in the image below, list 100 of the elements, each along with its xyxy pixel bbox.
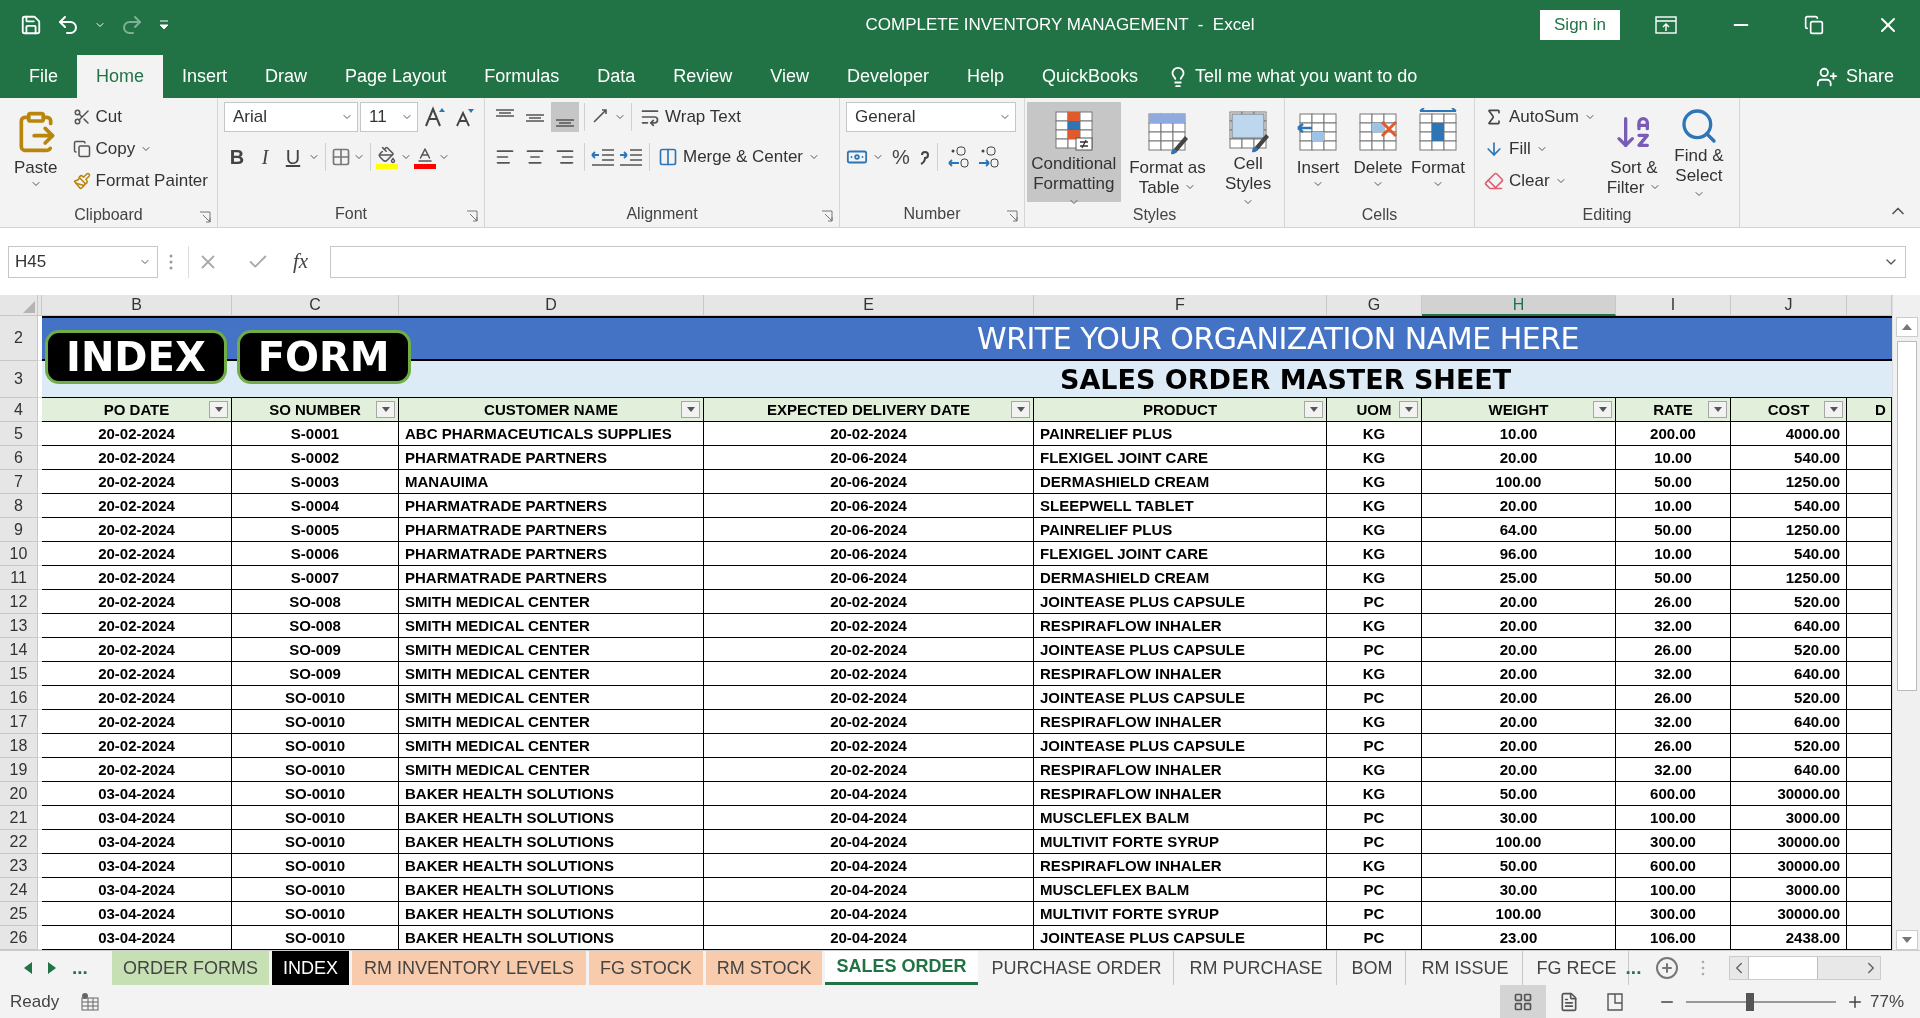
nav-button[interactable]: INDEX <box>45 330 227 384</box>
zoom-level: 77% <box>1869 991 1904 1012</box>
cells-button[interactable]: Delete <box>1349 102 1407 202</box>
table-cell: 20-04-2024 <box>704 782 1034 806</box>
group-label: Font <box>335 205 367 223</box>
table-cell: 25.00 <box>1422 566 1616 590</box>
sign-in-button[interactable]: Sign in <box>1540 9 1620 40</box>
table-cell: BAKER HEALTH SOLUTIONS <box>399 782 704 806</box>
table-cell: 26.00 <box>1616 686 1731 710</box>
table-cell: 20-02-2024 <box>42 758 232 782</box>
table-cell: 640.00 <box>1731 758 1847 782</box>
table-cell: KG <box>1327 518 1422 542</box>
table-cell: 96.00 <box>1422 542 1616 566</box>
table-cell: 20.00 <box>1422 686 1616 710</box>
column-header[interactable]: I <box>1616 295 1731 316</box>
table-cell: 20-06-2024 <box>704 446 1034 470</box>
table-cell: KG <box>1327 422 1422 446</box>
menu-tab[interactable]: Home <box>77 55 164 98</box>
merge-center-button[interactable]: Merge & Center <box>655 142 823 172</box>
format-painter-button[interactable]: Format Painter <box>69 166 211 196</box>
table-cell: 640.00 <box>1731 662 1847 686</box>
find-select-button[interactable]: Find & Select <box>1668 102 1729 202</box>
menu-tab[interactable]: File <box>10 55 77 98</box>
font-size-field[interactable]: 11 <box>360 102 418 132</box>
column-header[interactable]: D <box>399 295 704 316</box>
bold-button[interactable]: B <box>224 142 250 172</box>
style-button[interactable]: Cell Styles <box>1214 102 1282 202</box>
menu-tab[interactable]: Help <box>948 55 1024 98</box>
menu-tab[interactable]: Draw <box>246 55 327 98</box>
paste-button[interactable]: Paste <box>6 102 66 202</box>
column-header[interactable]: G <box>1327 295 1422 316</box>
column-header[interactable]: C <box>232 295 399 316</box>
font-name-field[interactable]: Arial <box>224 102 358 132</box>
sheet-tab[interactable]: SALES ORDER <box>825 951 978 985</box>
fill-button[interactable]: Fill <box>1481 134 1599 164</box>
cut-button[interactable]: Cut <box>69 102 211 132</box>
table-cell: 20.00 <box>1422 590 1616 614</box>
table-cell: 20-02-2024 <box>704 758 1034 782</box>
table-cell: 20-02-2024 <box>42 638 232 662</box>
table-cell: KG <box>1327 782 1422 806</box>
sheet-tab[interactable]: INDEX <box>272 951 349 985</box>
percent-button[interactable]: % <box>888 142 914 172</box>
table-cell: 03-04-2024 <box>42 782 232 806</box>
underline-button[interactable]: U <box>280 142 306 172</box>
table-cell: KG <box>1327 470 1422 494</box>
nav-button[interactable]: FORM <box>236 330 411 384</box>
column-header[interactable]: F <box>1034 295 1327 316</box>
menu-tab[interactable]: Data <box>578 55 655 98</box>
menu-tab[interactable]: QuickBooks <box>1023 55 1158 98</box>
sheet-tab[interactable]: ORDER FORMS <box>112 951 269 985</box>
table-cell: 20-06-2024 <box>704 518 1034 542</box>
menu-tab[interactable]: Insert <box>163 55 247 98</box>
table-cell: 03-04-2024 <box>42 902 232 926</box>
italic-button[interactable]: I <box>252 142 278 172</box>
table-cell: KG <box>1327 542 1422 566</box>
sheet-tab[interactable]: RM STOCK <box>705 951 823 985</box>
column-heading: COST <box>1731 398 1847 422</box>
insert-function-button[interactable]: fx <box>293 249 309 274</box>
menu-tab[interactable]: Review <box>654 55 752 98</box>
menu-tab[interactable]: Formulas <box>465 55 579 98</box>
column-header[interactable]: H <box>1422 295 1616 316</box>
menu-tab[interactable]: Developer <box>827 55 948 98</box>
table-cell: SO-0010 <box>232 878 399 902</box>
sort-filter-button[interactable]: Sort & Filter <box>1602 102 1665 202</box>
table-cell: 300.00 <box>1616 902 1731 926</box>
cells-button[interactable]: Insert <box>1289 102 1347 202</box>
table-cell: PAINRELIEF PLUS <box>1034 518 1327 542</box>
table-cell: 600.00 <box>1616 782 1731 806</box>
table-cell: 20-06-2024 <box>704 470 1034 494</box>
table-cell: 26.00 <box>1616 734 1731 758</box>
autosum-button[interactable]: AutoSum <box>1481 102 1599 132</box>
row-header: 7 <box>0 470 38 494</box>
copy-button[interactable]: Copy <box>69 134 211 164</box>
wrap-text-button[interactable]: Wrap Text <box>637 102 744 132</box>
cells-button[interactable]: Format <box>1409 102 1467 202</box>
table-cell: 20-06-2024 <box>704 566 1034 590</box>
table-cell: 100.00 <box>1422 902 1616 926</box>
table-cell: PC <box>1327 830 1422 854</box>
column-header[interactable]: B <box>42 295 232 316</box>
clear-button[interactable]: Clear <box>1481 166 1599 196</box>
group-label: Number <box>903 205 961 223</box>
style-button[interactable]: Conditional Formatting <box>1027 102 1121 202</box>
column-header[interactable]: J <box>1731 295 1847 316</box>
menu-tab[interactable]: View <box>751 55 828 98</box>
style-button[interactable]: Format as Table <box>1122 102 1213 202</box>
column-header[interactable]: E <box>704 295 1034 316</box>
column-heading: SO NUMBER <box>232 398 399 422</box>
table-cell: JOINTEASE PLUS CAPSULE <box>1034 734 1327 758</box>
share-button[interactable]: Share <box>1815 55 1894 98</box>
table-cell: SO-0010 <box>232 854 399 878</box>
sheet-tab[interactable]: FG STOCK <box>589 951 703 985</box>
table-cell: 100.00 <box>1422 830 1616 854</box>
number-format-field[interactable]: General <box>846 102 1016 132</box>
menu-tab[interactable]: Page Layout <box>326 55 466 98</box>
sheet-tab[interactable]: RM INVENTORY LEVELS <box>352 951 587 985</box>
column-heading: PO DATE <box>42 398 232 422</box>
table-cell: S-0006 <box>232 542 399 566</box>
more-sheets-button[interactable]: ... <box>72 957 88 979</box>
tell-me-search[interactable]: Tell me what you want to do <box>1167 55 1418 98</box>
name-box[interactable]: H45 <box>8 245 158 278</box>
